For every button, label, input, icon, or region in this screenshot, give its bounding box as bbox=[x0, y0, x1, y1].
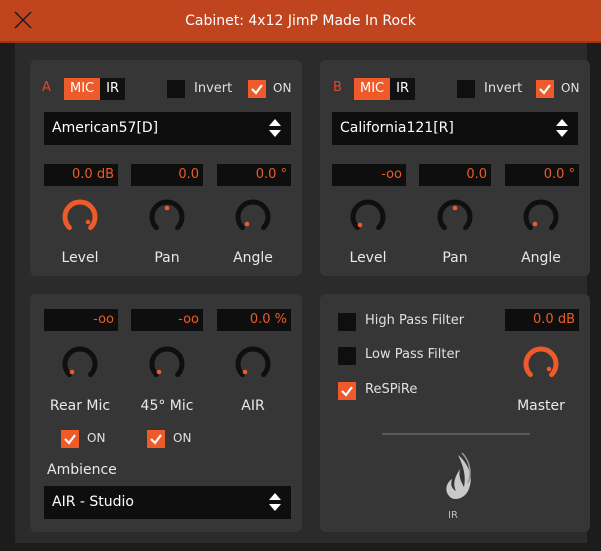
window-title: Cabinet: 4x12 JimP Made In Rock bbox=[185, 13, 416, 29]
check-icon bbox=[539, 84, 551, 95]
mic-b-level-knob[interactable] bbox=[349, 198, 387, 236]
mic-45-label: 45° Mic bbox=[140, 398, 194, 414]
mic-b-invert-label: Invert bbox=[484, 81, 523, 96]
mic-b-mic-button[interactable]: MIC bbox=[354, 78, 391, 100]
low-pass-filter-checkbox[interactable] bbox=[338, 347, 356, 365]
rear-mic-readout: -oo bbox=[44, 309, 118, 331]
mic-a-on-checkbox[interactable] bbox=[248, 80, 266, 98]
mic-b-angle-label: Angle bbox=[521, 250, 561, 266]
mic-a-level-label: Level bbox=[61, 250, 99, 266]
ambience-preset-value: AIR - Studio bbox=[52, 494, 134, 510]
mic-a-source-toggle: MIC IR bbox=[64, 78, 126, 100]
mic-a-pan-readout: 0.0 bbox=[131, 164, 203, 186]
mic-a-mic-button[interactable]: MIC bbox=[64, 78, 101, 100]
mic-45-on-label: ON bbox=[173, 431, 192, 445]
mic-a-model-value: American57[D] bbox=[52, 120, 159, 136]
mic-a-letter: A bbox=[42, 80, 51, 95]
rear-mic-on-label: ON bbox=[87, 431, 106, 445]
rear-mic-knob[interactable] bbox=[61, 345, 99, 383]
check-icon bbox=[341, 386, 353, 397]
mic-a-level-knob[interactable] bbox=[61, 198, 99, 236]
check-icon bbox=[150, 434, 162, 445]
mic-a-pan-label: Pan bbox=[154, 250, 180, 266]
master-readout: 0.0 dB bbox=[505, 309, 579, 331]
high-pass-filter-checkbox[interactable] bbox=[338, 313, 356, 331]
mic-45-readout: -oo bbox=[131, 309, 203, 331]
ambience-panel: -oo -oo 0.0 % Rear Mic 45° Mic AIR ON ON… bbox=[30, 294, 302, 532]
low-pass-filter-label: Low Pass Filter bbox=[365, 347, 460, 362]
check-icon bbox=[251, 84, 263, 95]
mic-a-angle-label: Angle bbox=[233, 250, 273, 266]
mic-a-level-readout: 0.0 dB bbox=[44, 164, 118, 186]
mic-b-ir-button[interactable]: IR bbox=[390, 78, 416, 100]
mic-a-panel: A MIC IR Invert ON American57[D] 0.0 dB … bbox=[30, 60, 302, 276]
mic-b-angle-knob[interactable] bbox=[522, 198, 560, 236]
mic-a-ir-button[interactable]: IR bbox=[100, 78, 126, 100]
respire-label: ReSPiRe bbox=[365, 382, 418, 397]
updown-arrows-icon bbox=[269, 119, 281, 137]
mic-a-invert-checkbox[interactable] bbox=[167, 80, 185, 98]
mic-a-angle-knob[interactable] bbox=[234, 198, 272, 236]
mic-b-model-dropdown[interactable]: California121[R] bbox=[332, 112, 578, 145]
mic-a-pan-knob[interactable] bbox=[148, 198, 186, 236]
master-knob[interactable] bbox=[522, 345, 560, 383]
mic-b-letter: B bbox=[333, 80, 342, 95]
mic-b-pan-readout: 0.0 bbox=[419, 164, 491, 186]
air-readout: 0.0 % bbox=[217, 309, 291, 331]
mic-b-panel: B MIC IR Invert ON California121[R] -oo … bbox=[320, 60, 590, 276]
ir-logo-text: IR bbox=[448, 510, 458, 521]
mic-a-model-dropdown[interactable]: American57[D] bbox=[44, 112, 291, 145]
air-knob[interactable] bbox=[234, 345, 272, 383]
mic-b-on-label: ON bbox=[561, 81, 580, 95]
check-icon bbox=[64, 434, 76, 445]
updown-arrows-icon bbox=[269, 493, 281, 511]
mic-a-invert-label: Invert bbox=[194, 81, 233, 96]
mic-45-knob[interactable] bbox=[148, 345, 186, 383]
mic-b-invert-checkbox[interactable] bbox=[457, 80, 475, 98]
air-label: AIR bbox=[241, 398, 265, 414]
respire-checkbox[interactable] bbox=[338, 382, 356, 400]
mic-a-angle-readout: 0.0 ° bbox=[217, 164, 291, 186]
divider bbox=[382, 433, 530, 435]
filters-panel: High Pass Filter Low Pass Filter ReSPiRe… bbox=[320, 294, 590, 532]
mic-b-pan-knob[interactable] bbox=[436, 198, 474, 236]
master-label: Master bbox=[517, 398, 565, 414]
mic-b-source-toggle: MIC IR bbox=[354, 78, 416, 100]
mic-a-on-label: ON bbox=[273, 81, 292, 95]
rear-mic-label: Rear Mic bbox=[49, 398, 111, 414]
updown-arrows-icon bbox=[556, 119, 568, 137]
mic-b-level-label: Level bbox=[349, 250, 387, 266]
mic-b-on-checkbox[interactable] bbox=[536, 80, 554, 98]
rear-mic-on-checkbox[interactable] bbox=[61, 430, 79, 448]
mic-45-on-checkbox[interactable] bbox=[147, 430, 165, 448]
mic-b-pan-label: Pan bbox=[442, 250, 468, 266]
mic-b-model-value: California121[R] bbox=[340, 120, 454, 136]
high-pass-filter-label: High Pass Filter bbox=[365, 313, 465, 328]
mic-b-angle-readout: 0.0 ° bbox=[505, 164, 579, 186]
mic-b-level-readout: -oo bbox=[332, 164, 406, 186]
ambience-preset-dropdown[interactable]: AIR - Studio bbox=[44, 486, 291, 519]
title-bar: Cabinet: 4x12 JimP Made In Rock bbox=[0, 0, 601, 43]
ir-flame-logo-icon bbox=[446, 452, 471, 499]
ambience-title: Ambience bbox=[47, 462, 117, 478]
